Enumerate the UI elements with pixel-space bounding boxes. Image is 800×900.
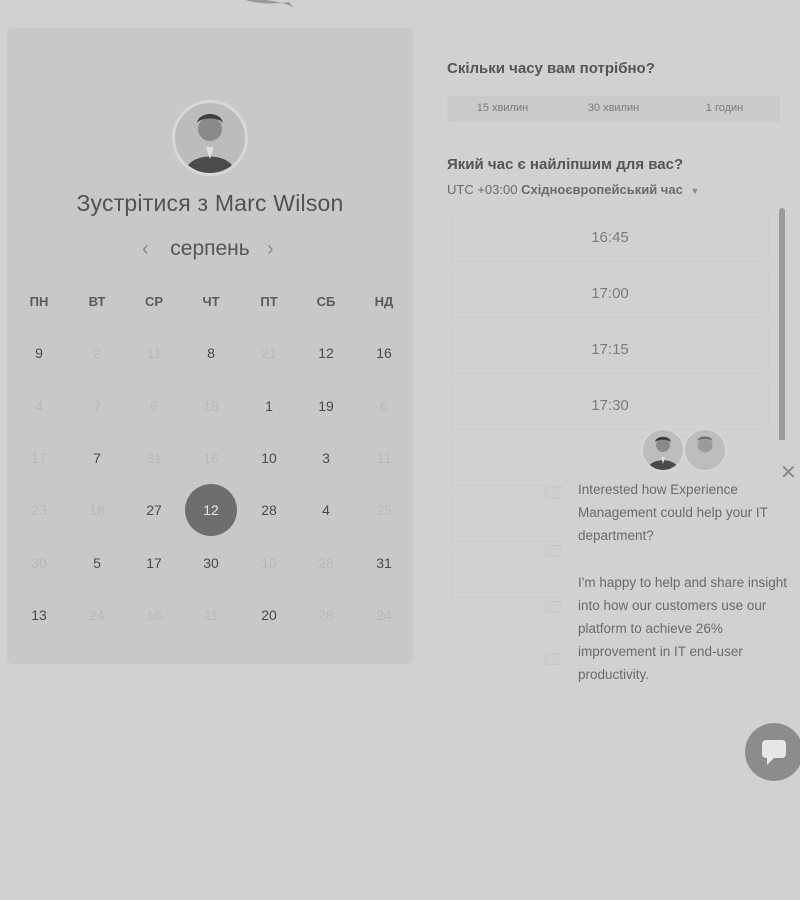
calendar-day[interactable]: 16: [364, 333, 404, 373]
calendar-day[interactable]: 12: [306, 333, 346, 373]
calendar-day: 31: [146, 450, 162, 466]
time-slot[interactable]: 17:00: [451, 268, 769, 318]
calendar-day[interactable]: 20: [249, 595, 289, 635]
timezone-name: Східноєвропейський час: [521, 182, 683, 197]
calendar-day: 11: [376, 450, 392, 466]
calendar-day: 6: [150, 398, 158, 414]
calendar-day[interactable]: 30: [191, 543, 231, 583]
time-question: Який час є найліпшим для вас?: [447, 156, 684, 173]
weekday-label: НД: [374, 294, 394, 309]
host-avatar: [172, 100, 248, 176]
chat-bubble-icon: [762, 740, 786, 765]
calendar-day[interactable]: 31: [364, 543, 404, 583]
calendar-day[interactable]: 4: [306, 490, 346, 530]
time-slot[interactable]: 16:45: [451, 212, 769, 262]
calendar-day: 17: [31, 450, 47, 466]
duration-question: Скільки часу вам потрібно?: [447, 60, 655, 77]
calendar-day: 2: [93, 345, 101, 361]
calendar-day[interactable]: 10: [249, 438, 289, 478]
calendar-day: 18: [203, 398, 219, 414]
calendar-day: 11: [203, 607, 219, 623]
chat-message: I'm happy to help and share insight into…: [578, 575, 787, 682]
calendar-day[interactable]: 1: [249, 386, 289, 426]
duration-option-15[interactable]: 15 хвилин: [447, 95, 558, 122]
time-slot[interactable]: 17:30: [451, 380, 769, 430]
month-label: серпень: [170, 237, 250, 260]
calendar-day: 23: [31, 502, 47, 518]
timezone-selector[interactable]: UTC +03:00 Східноєвропейський час ▼: [447, 182, 699, 197]
calendar-day: 21: [261, 345, 277, 361]
calendar-day: 30: [31, 555, 47, 571]
calendar-day: 28: [318, 555, 334, 571]
meeting-title: Зустрітися з Marc Wilson: [76, 190, 344, 216]
calendar-day[interactable]: 7: [77, 438, 117, 478]
chevron-down-icon: ▼: [690, 186, 700, 196]
duration-option-30[interactable]: 30 хвилин: [558, 95, 669, 122]
calendar-day: 4: [35, 398, 43, 414]
calendar-day: 6: [380, 398, 388, 414]
calendar-day[interactable]: 5: [77, 543, 117, 583]
timezone-offset: UTC +03:00: [447, 182, 518, 197]
weekday-label: ПН: [29, 294, 49, 309]
agent-avatar: [641, 428, 685, 472]
slot-marker: [545, 545, 563, 557]
calendar-day[interactable]: 13: [19, 595, 59, 635]
calendar-day: 24: [89, 607, 105, 623]
calendar-day: 24: [376, 607, 392, 623]
month-navigation: ‹ серпень ›: [0, 236, 420, 264]
calendar-day[interactable]: 8: [191, 333, 231, 373]
weekday-label: ЧТ: [202, 294, 220, 309]
slot-marker: [545, 487, 563, 499]
calendar-day: 16: [203, 450, 219, 466]
chat-message: Interested how Experience Management cou…: [578, 482, 768, 543]
calendar-day[interactable]: 28: [249, 490, 289, 530]
slot-marker: [545, 653, 563, 665]
calendar-day[interactable]: 3: [306, 438, 346, 478]
calendar-day: 16: [146, 607, 162, 623]
agent-avatar: [683, 428, 727, 472]
calendar-day[interactable]: 17: [134, 543, 174, 583]
calendar-day: 28: [318, 607, 334, 623]
calendar-day: 7: [93, 398, 101, 414]
weekday-label: СБ: [316, 294, 336, 309]
next-month-icon[interactable]: ›: [267, 238, 274, 261]
time-slot-scrollbar[interactable]: [779, 208, 785, 452]
weekday-label: ВТ: [88, 294, 106, 309]
duration-option-60[interactable]: 1 годин: [669, 95, 780, 122]
chat-launcher-button[interactable]: [745, 723, 800, 781]
duration-selector: 15 хвилин 30 хвилин 1 годин: [447, 95, 780, 122]
calendar-day: 18: [89, 502, 105, 518]
calendar-day[interactable]: 9: [19, 333, 59, 373]
calendar-day[interactable]: 19: [306, 386, 346, 426]
logo-fragment: [245, 0, 294, 8]
weekday-label: СР: [144, 294, 164, 309]
calendar-day[interactable]: 27: [134, 490, 174, 530]
time-slot[interactable]: 17:15: [451, 324, 769, 374]
slot-marker: [545, 601, 563, 613]
calendar-day: 25: [376, 502, 392, 518]
weekday-label: ПТ: [260, 294, 278, 309]
calendar-day: 10: [261, 555, 277, 571]
calendar-day-selected[interactable]: 12: [185, 484, 237, 536]
calendar-day: 11: [146, 345, 162, 361]
